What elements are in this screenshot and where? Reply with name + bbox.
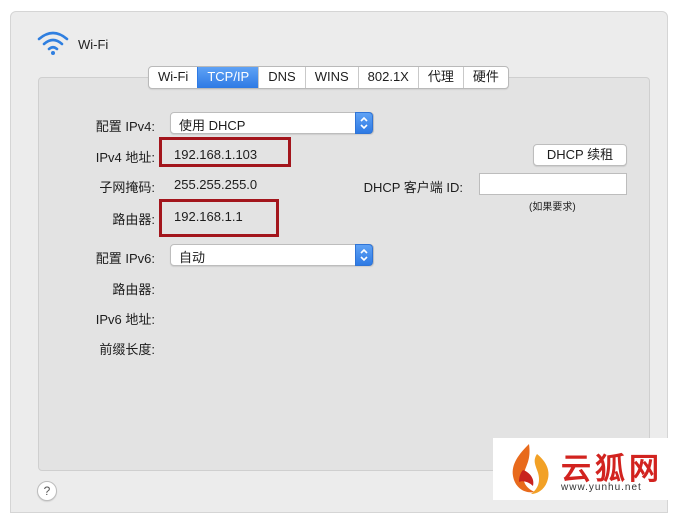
- tab-dns[interactable]: DNS: [258, 67, 304, 88]
- router-label: 路由器:: [112, 212, 155, 227]
- subnet-mask-value: 255.255.255.0: [174, 177, 258, 192]
- tab-tcpip[interactable]: TCP/IP: [197, 67, 259, 88]
- tab-hardware[interactable]: 硬件: [462, 67, 508, 88]
- settings-panel: [38, 77, 650, 471]
- tab-8021x[interactable]: 802.1X: [357, 67, 418, 88]
- dhcp-client-id-field[interactable]: [479, 173, 627, 195]
- watermark-url: www.yunhu.net: [561, 482, 642, 493]
- configure-ipv4-value: 使用 DHCP: [179, 118, 246, 133]
- client-id-hint: (如果要求): [529, 202, 576, 213]
- chevron-updown-icon: [355, 244, 373, 266]
- tab-wifi[interactable]: Wi-Fi: [149, 67, 197, 88]
- ipv6-router-label: 路由器:: [112, 282, 155, 297]
- tab-bar: Wi-Fi TCP/IP DNS WINS 802.1X 代理 硬件: [148, 66, 509, 89]
- dhcp-renew-button[interactable]: DHCP 续租: [533, 144, 627, 166]
- wifi-icon: [36, 30, 70, 56]
- dhcp-client-id-label: DHCP 客户端 ID:: [363, 180, 463, 195]
- configure-ipv4-label: 配置 IPv4:: [95, 119, 155, 134]
- prefix-length-label: 前缀长度:: [99, 342, 155, 357]
- configure-ipv6-value: 自动: [179, 250, 206, 265]
- configure-ipv4-select[interactable]: 使用 DHCP: [170, 112, 374, 134]
- highlight-box-router: [159, 199, 279, 237]
- configure-ipv6-label: 配置 IPv6:: [95, 251, 155, 266]
- highlight-box-ipv4-address: [159, 137, 291, 167]
- window-title: Wi-Fi: [78, 37, 109, 52]
- fox-logo-icon: [501, 440, 557, 501]
- configure-ipv6-select[interactable]: 自动: [170, 244, 374, 266]
- ipv6-address-label: IPv6 地址:: [95, 312, 155, 327]
- ipv4-address-label: IPv4 地址:: [95, 150, 155, 165]
- chevron-updown-icon: [355, 112, 373, 134]
- tab-proxy[interactable]: 代理: [417, 67, 463, 88]
- subnet-mask-label: 子网掩码:: [99, 180, 155, 195]
- watermark: 云狐网 www.yunhu.net: [493, 438, 685, 500]
- tab-wins[interactable]: WINS: [304, 67, 358, 88]
- help-button[interactable]: ?: [37, 481, 57, 501]
